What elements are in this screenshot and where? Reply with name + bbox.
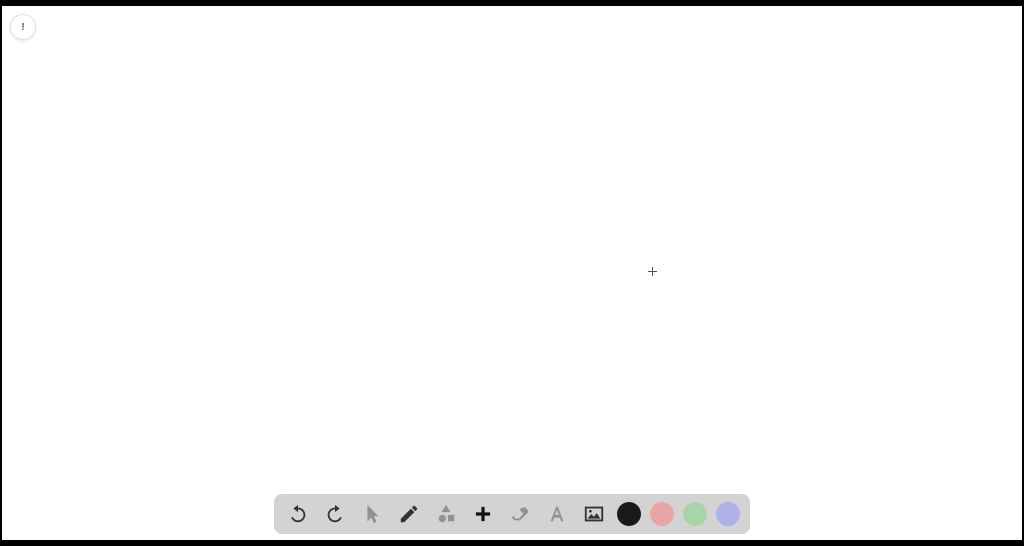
- canvas-area[interactable]: [2, 6, 1022, 540]
- shapes-button[interactable]: [432, 500, 460, 528]
- menu-button[interactable]: !: [10, 14, 36, 40]
- eraser-icon: [509, 503, 531, 525]
- color-swatch-green[interactable]: [683, 502, 707, 526]
- pencil-button[interactable]: [395, 500, 423, 528]
- plus-icon: [472, 503, 494, 525]
- pointer-icon: [361, 503, 383, 525]
- undo-button[interactable]: [284, 500, 312, 528]
- image-icon: [583, 503, 605, 525]
- text-button[interactable]: [543, 500, 571, 528]
- menu-indicator: !: [21, 22, 24, 33]
- redo-button[interactable]: [321, 500, 349, 528]
- select-button[interactable]: [358, 500, 386, 528]
- eraser-button[interactable]: [506, 500, 534, 528]
- shapes-icon: [435, 503, 457, 525]
- undo-icon: [287, 503, 309, 525]
- add-button[interactable]: [469, 500, 497, 528]
- color-swatch-purple[interactable]: [716, 502, 740, 526]
- color-swatch-black[interactable]: [617, 502, 641, 526]
- redo-icon: [324, 503, 346, 525]
- color-swatch-red[interactable]: [650, 502, 674, 526]
- pencil-icon: [398, 503, 420, 525]
- toolbar: [274, 494, 750, 534]
- image-button[interactable]: [580, 500, 608, 528]
- text-icon: [546, 503, 568, 525]
